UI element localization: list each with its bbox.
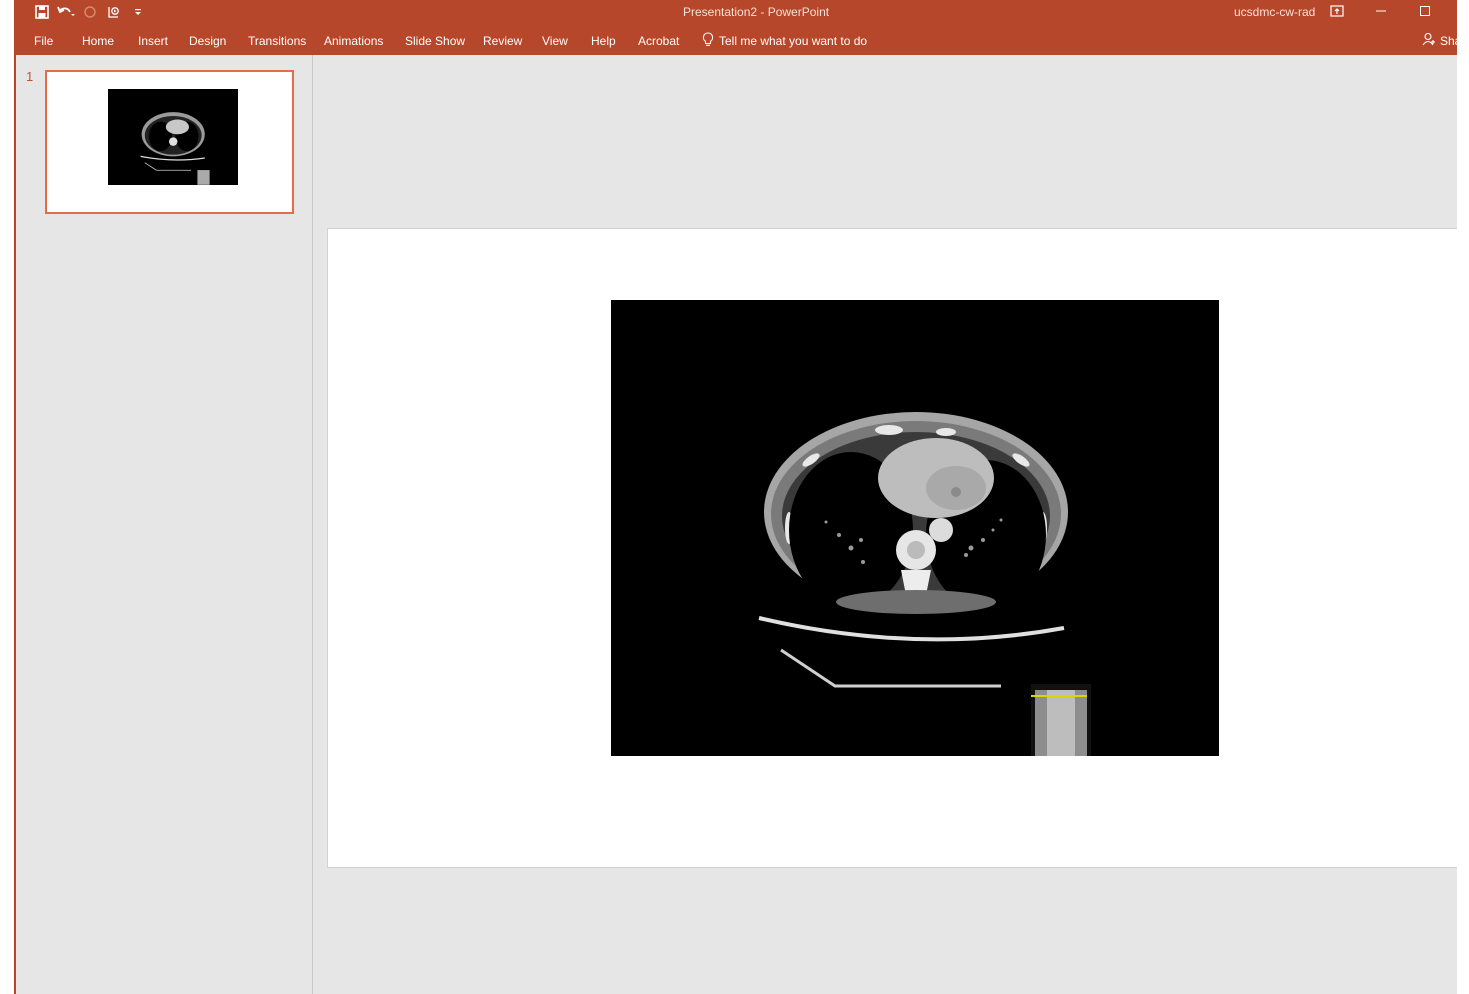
tell-me-label: Tell me what you want to do xyxy=(719,34,868,48)
slide-number: 1 xyxy=(26,69,34,84)
quick-access-toolbar xyxy=(32,2,148,22)
person-icon xyxy=(1422,32,1436,49)
tab-acrobat[interactable]: Acrobat xyxy=(638,34,679,48)
ribbon-display-options-icon[interactable] xyxy=(1324,2,1350,20)
ct-scan-thumbnail-image xyxy=(108,89,238,185)
account-name[interactable]: ucsdmc-cw-rad xyxy=(1234,5,1315,19)
window-controls xyxy=(1324,2,1438,20)
tab-file[interactable]: File xyxy=(34,34,53,48)
window-right-edge xyxy=(1457,0,1469,994)
redo-icon[interactable] xyxy=(80,3,100,21)
tab-review[interactable]: Review xyxy=(483,34,522,48)
tab-design[interactable]: Design xyxy=(189,34,226,48)
customize-toolbar-icon[interactable] xyxy=(128,3,148,21)
slide-editor-area[interactable] xyxy=(313,55,1467,994)
powerpoint-window: Presentation2 - PowerPoint ucsdmc-cw-rad… xyxy=(0,0,1469,994)
tell-me-search[interactable]: Tell me what you want to do xyxy=(702,32,867,50)
slide-thumbnail[interactable] xyxy=(45,70,294,214)
tab-transitions[interactable]: Transitions xyxy=(248,34,306,48)
minimize-icon[interactable] xyxy=(1368,2,1394,20)
title-bar: Presentation2 - PowerPoint ucsdmc-cw-rad xyxy=(14,0,1457,26)
tab-animations[interactable]: Animations xyxy=(324,34,383,48)
share-button[interactable]: Sha xyxy=(1422,32,1461,49)
save-icon[interactable] xyxy=(32,3,52,21)
slide-canvas[interactable] xyxy=(327,228,1467,868)
window-title: Presentation2 - PowerPoint xyxy=(683,5,830,19)
window-left-edge xyxy=(0,0,14,994)
ct-scan-image[interactable] xyxy=(611,300,1219,756)
start-from-beginning-icon[interactable] xyxy=(104,3,124,21)
lightbulb-icon xyxy=(702,32,714,50)
maximize-icon[interactable] xyxy=(1412,2,1438,20)
tab-home[interactable]: Home xyxy=(82,34,114,48)
tab-help[interactable]: Help xyxy=(591,34,616,48)
ribbon-tab-bar: File Home Insert Design Transitions Anim… xyxy=(14,26,1461,55)
slide-thumbnail-pane[interactable]: 1 xyxy=(16,55,313,994)
tab-insert[interactable]: Insert xyxy=(138,34,168,48)
tab-view[interactable]: View xyxy=(542,34,568,48)
undo-icon[interactable] xyxy=(56,3,76,21)
tab-slide-show[interactable]: Slide Show xyxy=(405,34,465,48)
